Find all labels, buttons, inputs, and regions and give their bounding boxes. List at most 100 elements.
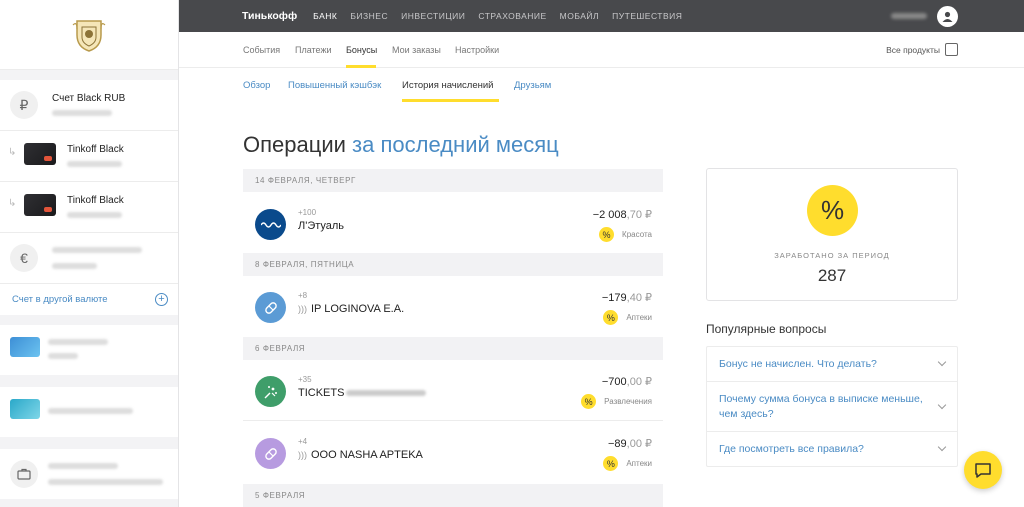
top-navigation: Тинькофф БАНК БИЗНЕС ИНВЕСТИЦИИ СТРАХОВА… bbox=[179, 0, 1024, 32]
sidebar-card-2[interactable]: ↳ Tinkoff Black bbox=[0, 182, 178, 232]
product-name-hidden bbox=[48, 339, 108, 345]
ruble-icon: ₽ bbox=[10, 91, 38, 119]
account-balance-hidden bbox=[52, 110, 112, 116]
all-products-link[interactable]: Все продукты bbox=[886, 45, 940, 55]
bonus-points: +8 bbox=[298, 291, 308, 300]
title-main: Операции bbox=[243, 132, 346, 157]
topnav-business[interactable]: БИЗНЕС bbox=[350, 11, 388, 21]
bonus-points: +100 bbox=[298, 208, 317, 217]
faq-list: Бонус не начислен. Что делать? Почему су… bbox=[706, 346, 958, 467]
topnav-investments[interactable]: ИНВЕСТИЦИИ bbox=[401, 11, 465, 21]
child-arrow-icon: ↳ bbox=[8, 198, 17, 209]
product-name-hidden bbox=[48, 463, 118, 469]
operation-category: % Аптеки bbox=[603, 310, 652, 325]
user-name-hidden[interactable] bbox=[891, 13, 927, 19]
operation-amount: −2 008,70 ₽ bbox=[592, 209, 652, 221]
merchant-name: ))) OOO NASHA APTEKA bbox=[298, 449, 423, 461]
percent-icon: % bbox=[807, 185, 858, 236]
percent-icon: % bbox=[603, 310, 619, 325]
coat-of-arms-icon bbox=[72, 19, 106, 52]
bonus-points: +4 bbox=[298, 437, 308, 446]
tab-events[interactable]: События bbox=[243, 45, 280, 55]
sidebar-account-rub[interactable]: ₽ Счет Black RUB bbox=[0, 80, 178, 130]
operation-category: % Аптеки bbox=[603, 456, 652, 471]
merchant-letoile-icon bbox=[255, 209, 286, 240]
percent-icon: % bbox=[603, 456, 619, 471]
card-thumbnail bbox=[24, 194, 56, 216]
products-grid-icon[interactable] bbox=[945, 43, 958, 56]
topnav-mobile[interactable]: МОБАЙЛ bbox=[560, 11, 599, 21]
sidebar-card-1[interactable]: ↳ Tinkoff Black bbox=[0, 131, 178, 181]
tab-payments[interactable]: Платежи bbox=[295, 45, 332, 55]
chat-bubble-icon bbox=[975, 462, 991, 478]
tab-increased-cashback[interactable]: Повышенный кэшбэк bbox=[288, 80, 381, 91]
account-title: Счет Black RUB bbox=[52, 93, 126, 104]
main-content: Операции за последний месяц 14 ФЕВРАЛЯ, … bbox=[179, 104, 1024, 507]
operation-amount: −89,00 ₽ bbox=[607, 438, 652, 450]
sidebar-account-eur[interactable]: € bbox=[0, 233, 178, 283]
chat-button[interactable] bbox=[964, 451, 1002, 489]
tab-orders[interactable]: Мои заказы bbox=[392, 45, 441, 55]
faq-question: Бонус не начислен. Что делать? bbox=[719, 358, 877, 370]
faq-item[interactable]: Бонус не начислен. Что делать? bbox=[707, 347, 957, 382]
topnav-insurance[interactable]: СТРАХОВАНИЕ bbox=[478, 11, 546, 21]
page-title: Операции за последний месяц bbox=[243, 132, 559, 158]
product-balance-hidden bbox=[48, 353, 78, 359]
topnav-bank[interactable]: БАНК bbox=[313, 11, 337, 21]
card-thumbnail bbox=[10, 399, 40, 419]
tab-accrual-history[interactable]: История начислений bbox=[402, 80, 494, 91]
other-currency-link[interactable]: Счет в другой валюте + bbox=[0, 283, 178, 315]
plus-icon: + bbox=[155, 293, 168, 306]
operation-category: % Красота bbox=[599, 227, 652, 242]
operation-row[interactable]: +35 TICKETS −700,00 ₽ % Развлечения bbox=[243, 366, 663, 418]
tab-settings[interactable]: Настройки bbox=[455, 45, 499, 55]
sidebar: ₽ Счет Black RUB ↳ Tinkoff Black ↳ Tinko… bbox=[0, 0, 179, 507]
percent-icon: % bbox=[581, 394, 597, 409]
card-thumbnail bbox=[10, 337, 40, 357]
earned-value: 287 bbox=[817, 266, 847, 285]
chevron-down-icon bbox=[937, 442, 947, 452]
contactless-icon: ))) bbox=[298, 304, 307, 314]
faq-item[interactable]: Где посмотреть все правила? bbox=[707, 432, 957, 466]
card-title: Tinkoff Black bbox=[67, 144, 124, 155]
briefcase-icon bbox=[10, 460, 38, 488]
operation-row[interactable]: +100 Л'Этуаль −2 008,70 ₽ % Красота bbox=[243, 199, 663, 251]
pill-icon bbox=[255, 438, 286, 469]
tab-bonuses[interactable]: Бонусы bbox=[346, 45, 377, 55]
percent-icon: % bbox=[599, 227, 615, 242]
contactless-icon: ))) bbox=[298, 450, 307, 460]
sidebar-product-3[interactable] bbox=[0, 449, 178, 499]
operation-amount: −700,00 ₽ bbox=[601, 376, 652, 388]
card-thumbnail bbox=[24, 143, 56, 165]
faq-item[interactable]: Почему сумма бонуса в выписке меньше, че… bbox=[707, 382, 957, 432]
euro-icon: € bbox=[10, 244, 38, 272]
tab-overview[interactable]: Обзор bbox=[243, 80, 270, 91]
merchant-name: TICKETS bbox=[298, 387, 427, 399]
merchant-name: Л'Этуаль bbox=[298, 220, 345, 232]
pill-icon bbox=[255, 292, 286, 323]
tinkoff-logo[interactable] bbox=[0, 0, 178, 70]
topnav-travel[interactable]: ПУТЕШЕСТВИЯ bbox=[612, 11, 682, 21]
sidebar-product-2[interactable] bbox=[0, 387, 178, 437]
tab-friends[interactable]: Друзьям bbox=[514, 80, 551, 91]
row-divider bbox=[243, 420, 663, 421]
merchant-name-hidden bbox=[346, 390, 427, 397]
chevron-down-icon bbox=[937, 357, 947, 367]
bonus-points: +35 bbox=[298, 375, 312, 384]
user-avatar-icon[interactable] bbox=[937, 6, 958, 27]
date-header: 5 ФЕВРАЛЯ bbox=[243, 484, 663, 507]
product-balance-hidden bbox=[48, 479, 163, 485]
faq-question: Где посмотреть все правила? bbox=[719, 443, 864, 455]
operation-row[interactable]: +4 ))) OOO NASHA APTEKA −89,00 ₽ % Аптеки bbox=[243, 428, 663, 480]
brand-link[interactable]: Тинькофф bbox=[242, 10, 297, 22]
bonus-tabs: Обзор Повышенный кэшбэк История начислен… bbox=[179, 68, 1024, 104]
earned-label: ЗАРАБОТАНО ЗА ПЕРИОД bbox=[774, 251, 890, 260]
sidebar-product-1[interactable] bbox=[0, 325, 178, 375]
operation-row[interactable]: +8 ))) IP LOGINOVA E.A. −179,40 ₽ % Аптеки bbox=[243, 282, 663, 334]
period-selector[interactable]: за последний месяц bbox=[352, 132, 559, 157]
account-name-hidden bbox=[52, 247, 142, 253]
date-header: 14 ФЕВРАЛЯ, ЧЕТВЕРГ bbox=[243, 169, 663, 192]
date-header: 8 ФЕВРАЛЯ, ПЯТНИЦА bbox=[243, 253, 663, 276]
operation-amount: −179,40 ₽ bbox=[601, 292, 652, 304]
account-balance-hidden bbox=[52, 263, 97, 269]
